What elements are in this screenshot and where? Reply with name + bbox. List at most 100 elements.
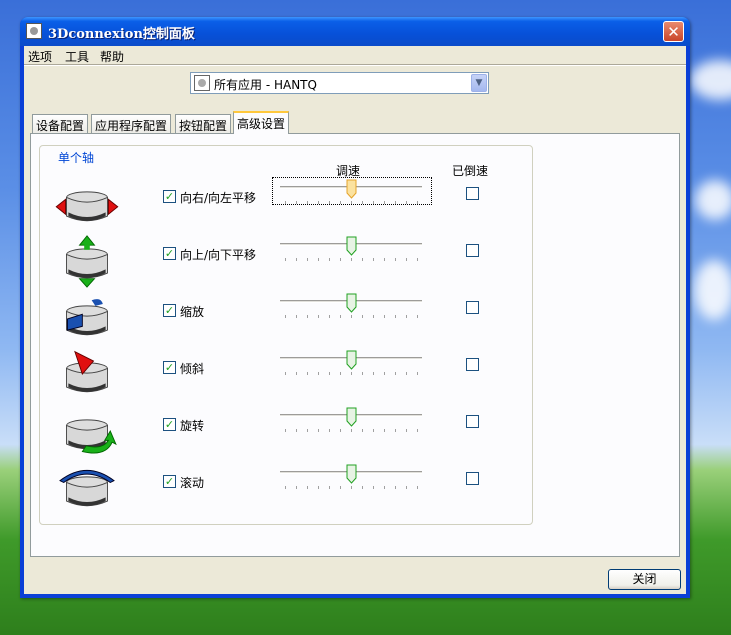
slider-tick [340, 258, 341, 261]
slider-tick [285, 429, 286, 432]
slider-tick [296, 258, 297, 261]
slider-tick [362, 429, 363, 432]
slider-ticks [285, 486, 418, 490]
slider-tick [362, 201, 363, 204]
axis-reversed-checkbox[interactable] [466, 415, 479, 428]
speed-slider-thumb[interactable] [346, 236, 357, 256]
slider-tick [318, 372, 319, 375]
title-bar[interactable]: 3Dconnexion控制面板 ✕ [20, 17, 690, 46]
slider-tick [307, 201, 308, 204]
slider-tick [329, 429, 330, 432]
axis-reversed-checkbox[interactable] [466, 472, 479, 485]
slider-tick [351, 486, 352, 489]
menu-separator [24, 64, 686, 66]
speed-slider-thumb[interactable] [346, 293, 357, 313]
close-button[interactable]: 关闭 [608, 569, 681, 590]
speed-slider-thumb[interactable] [346, 179, 357, 199]
slider-tick [318, 201, 319, 204]
slider-tick [285, 201, 286, 204]
axis-enable-checkbox[interactable]: ✓ [163, 475, 176, 488]
slider-tick [296, 315, 297, 318]
slider-tick [318, 429, 319, 432]
slider-tick [373, 315, 374, 318]
slider-tick [340, 429, 341, 432]
axis-reversed-checkbox[interactable] [466, 301, 479, 314]
slider-tick [296, 429, 297, 432]
axis-enable-checkbox[interactable]: ✓ [163, 190, 176, 203]
menu-help[interactable]: 帮助 [100, 48, 124, 65]
window-title: 3Dconnexion控制面板 [48, 27, 195, 42]
menu-tools[interactable]: 工具 [65, 48, 89, 65]
single-axis-group: 单个轴 调速 已倒速 ✓ 向右/向左平移 ✓ 向上/向下平移 ✓ 缩放 ✓ 倾斜 ✓ 旋转 ✓ 滚动 [39, 145, 533, 525]
control-panel-window: 3Dconnexion控制面板 ✕ 选项 工具 帮助 所有应用 - HANTQ … [20, 17, 690, 598]
slider-tick [285, 258, 286, 261]
group-title: 单个轴 [56, 149, 97, 166]
slider-tick [329, 372, 330, 375]
desktop-cloud [695, 180, 731, 220]
desktop-cloud [690, 60, 731, 100]
tab-advanced-settings[interactable]: 高级设置 [233, 111, 290, 134]
slider-tick [296, 201, 297, 204]
slider-tick [285, 315, 286, 318]
slider-ticks [285, 315, 418, 319]
slider-tick [395, 201, 396, 204]
slider-tick [384, 372, 385, 375]
tab-device-config[interactable]: 设备配置 [32, 114, 89, 133]
axis-label: 缩放 [180, 305, 205, 319]
roll-icon [59, 469, 115, 507]
speed-slider-thumb[interactable] [346, 464, 357, 484]
speed-slider-thumb[interactable] [346, 407, 357, 427]
slider-tick [351, 258, 352, 261]
advanced-settings-panel: 单个轴 调速 已倒速 ✓ 向右/向左平移 ✓ 向上/向下平移 ✓ 缩放 ✓ 倾斜 ✓ 旋转 ✓ 滚动 [30, 133, 680, 557]
tab-application-config[interactable]: 应用程序配置 [91, 114, 172, 133]
axis-enable-checkbox[interactable]: ✓ [163, 361, 176, 374]
axis-label: 旋转 [180, 419, 205, 433]
slider-tick [340, 315, 341, 318]
slider-ticks [285, 429, 418, 433]
axis-row: ✓ 旋转 [40, 405, 534, 462]
chevron-down-icon[interactable]: ▼ [471, 74, 487, 92]
axis-reversed-checkbox[interactable] [466, 244, 479, 257]
axis-row: ✓ 缩放 [40, 291, 534, 348]
slider-ticks [285, 201, 418, 205]
slider-tick [373, 486, 374, 489]
window-close-button[interactable]: ✕ [663, 21, 684, 42]
axis-enable-checkbox[interactable]: ✓ [163, 304, 176, 317]
slider-tick [406, 258, 407, 261]
slider-tick [296, 372, 297, 375]
axis-reversed-checkbox[interactable] [466, 187, 479, 200]
slider-tick [406, 201, 407, 204]
pan-right-left-icon [55, 191, 119, 222]
axis-reversed-checkbox[interactable] [466, 358, 479, 371]
application-select[interactable]: 所有应用 - HANTQ ▼ [190, 72, 489, 94]
slider-tick [417, 315, 418, 318]
pan-up-down-icon [66, 235, 108, 288]
slider-tick [318, 258, 319, 261]
slider-tick [351, 429, 352, 432]
axis-enable-checkbox[interactable]: ✓ [163, 418, 176, 431]
slider-tick [307, 315, 308, 318]
slider-tick [362, 315, 363, 318]
axis-label: 向右/向左平移 [180, 191, 257, 205]
slider-tick [329, 201, 330, 204]
slider-tick [362, 372, 363, 375]
slider-tick [417, 258, 418, 261]
slider-tick [373, 429, 374, 432]
slider-tick [340, 372, 341, 375]
app-icon [26, 23, 42, 39]
slider-tick [340, 486, 341, 489]
speed-slider-thumb[interactable] [346, 350, 357, 370]
slider-tick [307, 486, 308, 489]
slider-tick [384, 315, 385, 318]
axis-enable-checkbox[interactable]: ✓ [163, 247, 176, 260]
tab-button-config[interactable]: 按钮配置 [175, 114, 232, 133]
slider-tick [406, 429, 407, 432]
slider-tick [406, 486, 407, 489]
menu-bar: 选项 工具 帮助 [24, 46, 686, 64]
slider-tick [307, 372, 308, 375]
slider-tick [318, 315, 319, 318]
app-icon [194, 75, 210, 91]
window-client: 选项 工具 帮助 所有应用 - HANTQ ▼ 设备配置 应用程序配置 按钮配置… [24, 46, 686, 594]
slider-tick [285, 486, 286, 489]
menu-options[interactable]: 选项 [28, 48, 52, 65]
